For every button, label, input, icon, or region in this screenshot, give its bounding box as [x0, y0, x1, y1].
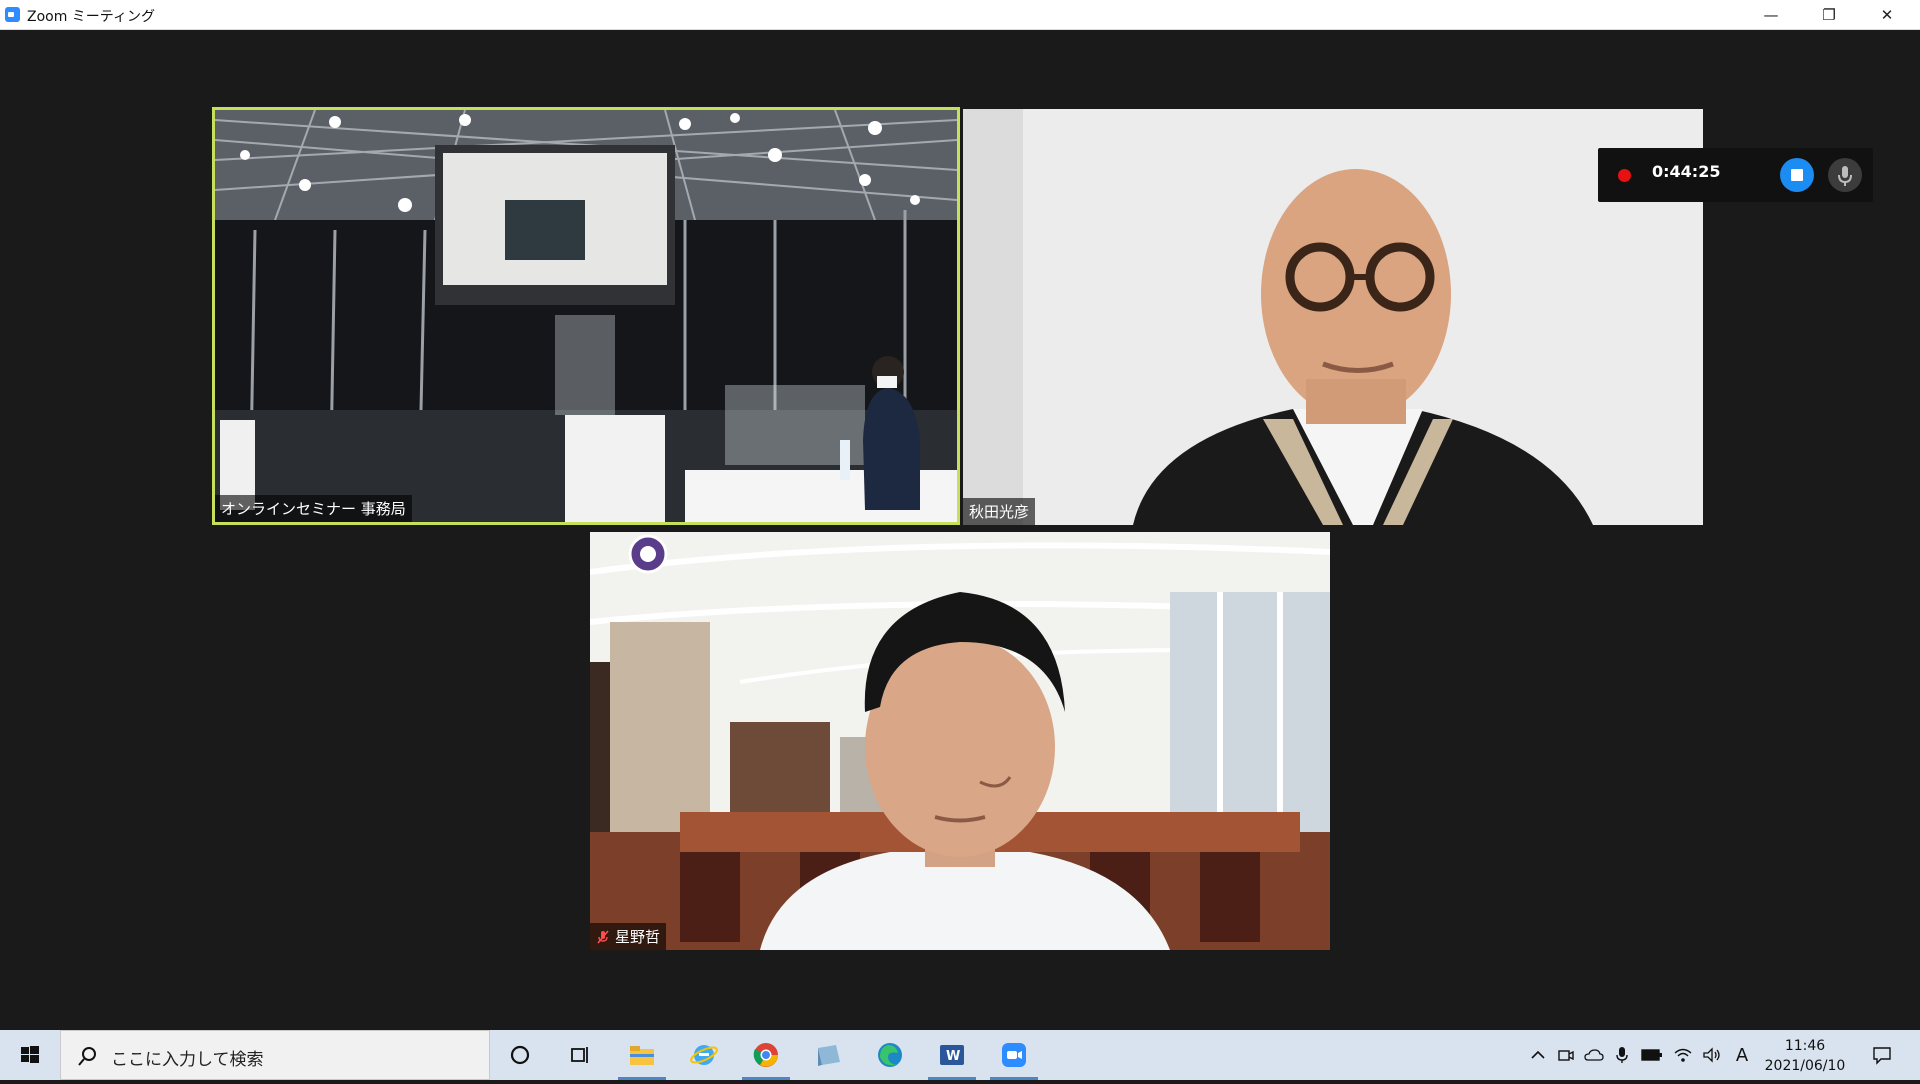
video-tile-akita[interactable]: 秋田光彦 [963, 109, 1703, 525]
title-bar: Zoom ミーティング — ❐ ✕ [0, 0, 1920, 30]
file-explorer-icon [630, 1046, 654, 1065]
participant-name-tag: 秋田光彦 [963, 498, 1036, 525]
search-icon [78, 1047, 96, 1066]
task-view-button[interactable] [550, 1030, 610, 1080]
microphone-icon [1838, 166, 1852, 186]
search-placeholder: ここに入力して検索 [111, 1050, 264, 1070]
show-hidden-icons-button[interactable] [1525, 1030, 1551, 1080]
volume-button[interactable] [1699, 1030, 1725, 1080]
app-icon [818, 1045, 840, 1066]
participant-name: 秋田光彦 [969, 503, 1030, 521]
windows-taskbar: ここに入力して検索 W A 11:46 2021/06/10 [0, 1030, 1920, 1080]
notification-icon [1873, 1047, 1891, 1065]
recording-time: 0:44:25 [1652, 162, 1721, 181]
taskbar-clock[interactable]: 11:46 2021/06/10 [1760, 1036, 1850, 1076]
clock-time: 11:46 [1784, 1038, 1826, 1054]
cortana-icon [510, 1045, 530, 1065]
meet-now-button[interactable] [1553, 1030, 1579, 1080]
ime-indicator[interactable]: A [1729, 1030, 1755, 1080]
zoom-button[interactable] [984, 1030, 1044, 1080]
window-title: Zoom ミーティング [27, 9, 155, 25]
chevron-up-icon [1531, 1050, 1545, 1059]
restore-button[interactable]: ❐ [1800, 0, 1858, 29]
microphone-button[interactable] [1828, 158, 1862, 192]
edge-button[interactable] [860, 1030, 920, 1080]
action-center-button[interactable] [1864, 1030, 1900, 1080]
zoom-icon [1002, 1043, 1026, 1067]
participant-name: オンラインセミナー 事務局 [221, 500, 406, 518]
muted-mic-icon [596, 929, 610, 944]
participant-name: 星野哲 [615, 928, 661, 946]
chrome-icon [753, 1043, 778, 1067]
chrome-button[interactable] [736, 1030, 796, 1080]
word-button[interactable]: W [922, 1030, 982, 1080]
hoshino-video [590, 532, 1330, 950]
wifi-icon [1674, 1048, 1692, 1062]
windows-logo-icon [21, 1046, 39, 1063]
word-icon: W [940, 1045, 964, 1065]
recording-indicator: 0:44:25 [1598, 148, 1873, 202]
battery-button[interactable] [1637, 1030, 1667, 1080]
file-explorer-button[interactable] [612, 1030, 672, 1080]
venue-video [215, 110, 957, 522]
internet-explorer-icon [690, 1045, 718, 1065]
start-button[interactable] [0, 1030, 60, 1080]
pinned-app-button[interactable] [798, 1030, 858, 1080]
cloud-icon [1584, 1049, 1604, 1061]
microphone-tray-button[interactable] [1609, 1030, 1635, 1080]
internet-explorer-button[interactable] [674, 1030, 734, 1080]
onedrive-button[interactable] [1581, 1030, 1607, 1080]
speaker-icon [1703, 1047, 1720, 1063]
camera-icon [1558, 1050, 1574, 1061]
cortana-button[interactable] [490, 1030, 550, 1080]
zoom-app-icon [5, 7, 20, 22]
participant-name-tag: 星野哲 [590, 923, 667, 950]
battery-icon [1641, 1049, 1662, 1061]
participant-name-tag: オンラインセミナー 事務局 [215, 495, 412, 522]
video-tile-hoshino[interactable]: 星野哲 [590, 532, 1330, 950]
recording-dot-icon [1618, 169, 1631, 182]
edge-icon [878, 1043, 902, 1067]
video-tile-venue[interactable]: オンラインセミナー 事務局 [212, 107, 960, 525]
network-button[interactable] [1669, 1030, 1697, 1080]
stop-recording-button[interactable] [1780, 158, 1814, 192]
clock-date: 2021/06/10 [1764, 1058, 1846, 1074]
taskbar-search-box[interactable]: ここに入力して検索 [60, 1030, 490, 1080]
svg-text:W: W [946, 1049, 960, 1064]
task-view-icon [571, 1047, 588, 1063]
close-button[interactable]: ✕ [1858, 0, 1916, 29]
akita-video [963, 109, 1703, 525]
microphone-icon [1616, 1047, 1628, 1063]
minimize-button[interactable]: — [1742, 0, 1800, 29]
